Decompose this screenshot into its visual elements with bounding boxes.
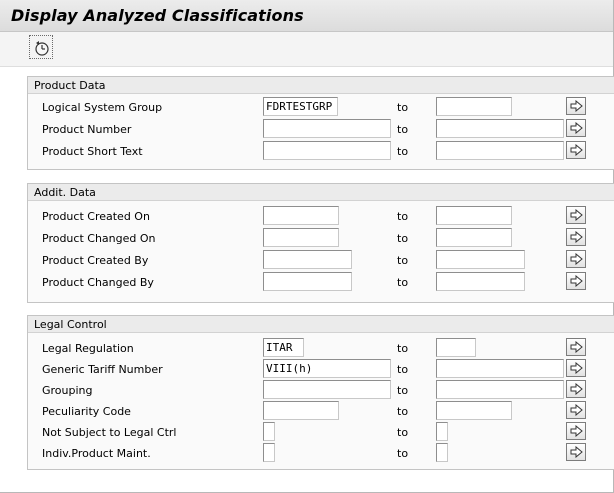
grouping-to-input[interactable] — [436, 380, 564, 399]
multiple-selection-button[interactable] — [566, 206, 586, 224]
product-short-text-from-input[interactable] — [263, 141, 391, 160]
label-product-changed-by: Product Changed By — [42, 276, 154, 289]
logical-system-group-to-input[interactable] — [436, 97, 512, 116]
indiv-product-maint-from-input[interactable] — [263, 443, 275, 462]
to-label: to — [397, 384, 409, 397]
to-label: to — [397, 123, 409, 136]
product-created-by-from-input[interactable] — [263, 250, 352, 269]
product-changed-on-from-input[interactable] — [263, 228, 339, 247]
grouping-from-input[interactable] — [263, 380, 391, 399]
page-title: Display Analyzed Classifications — [11, 6, 304, 25]
label-product-short-text: Product Short Text — [42, 145, 143, 158]
peculiarity-code-from-input[interactable] — [263, 401, 339, 420]
arrow-right-icon — [570, 122, 583, 134]
label-product-changed-on: Product Changed On — [42, 232, 156, 245]
application-toolbar — [0, 32, 613, 66]
multiple-selection-button[interactable] — [566, 97, 586, 115]
arrow-right-icon — [570, 100, 583, 112]
generic-tariff-number-to-input[interactable] — [436, 359, 564, 378]
label-grouping: Grouping — [42, 384, 93, 397]
execute-clock-icon — [35, 41, 49, 56]
group-header: Addit. Data — [28, 184, 614, 201]
product-created-on-to-input[interactable] — [436, 206, 512, 225]
to-label: to — [397, 342, 409, 355]
product-short-text-to-input[interactable] — [436, 141, 564, 160]
multiple-selection-button[interactable] — [566, 338, 586, 356]
execute-button[interactable] — [29, 35, 53, 59]
multiple-selection-button[interactable] — [566, 272, 586, 290]
group-header: Legal Control — [28, 316, 614, 333]
arrow-right-icon — [570, 253, 583, 265]
group-title: Product Data — [34, 79, 106, 92]
legal-regulation-to-input[interactable] — [436, 338, 476, 357]
not-subject-to-legal-ctrl-to-input[interactable] — [436, 422, 448, 441]
multiple-selection-button[interactable] — [566, 443, 586, 461]
product-created-on-from-input[interactable] — [263, 206, 339, 225]
product-changed-on-to-input[interactable] — [436, 228, 512, 247]
label-indiv-product-maint: Indiv.Product Maint. — [42, 447, 151, 460]
label-product-number: Product Number — [42, 123, 132, 136]
label-not-subject-to-legal-ctrl: Not Subject to Legal Ctrl — [42, 426, 177, 439]
product-changed-by-to-input[interactable] — [436, 272, 525, 291]
multiple-selection-button[interactable] — [566, 141, 586, 159]
to-label: to — [397, 232, 409, 245]
label-logical-system-group: Logical System Group — [42, 101, 163, 114]
to-label: to — [397, 145, 409, 158]
product-number-to-input[interactable] — [436, 119, 564, 138]
group-legal-control: Legal Control Legal Regulation ITAR to G… — [27, 315, 614, 470]
label-product-created-on: Product Created On — [42, 210, 150, 223]
group-title: Addit. Data — [34, 186, 96, 199]
label-product-created-by: Product Created By — [42, 254, 149, 267]
indiv-product-maint-to-input[interactable] — [436, 443, 448, 462]
to-label: to — [397, 363, 409, 376]
screen-frame: Display Analyzed Classifications Product… — [0, 0, 614, 493]
multiple-selection-button[interactable] — [566, 401, 586, 419]
arrow-right-icon — [570, 341, 583, 353]
arrow-right-icon — [570, 231, 583, 243]
group-title: Legal Control — [34, 318, 107, 331]
arrow-right-icon — [570, 144, 583, 156]
product-created-by-to-input[interactable] — [436, 250, 525, 269]
arrow-right-icon — [570, 446, 583, 458]
logical-system-group-from-input[interactable]: FDRTESTGRP — [263, 97, 338, 116]
arrow-right-icon — [570, 425, 583, 437]
multiple-selection-button[interactable] — [566, 380, 586, 398]
toolbar-divider — [0, 66, 613, 67]
product-number-from-input[interactable] — [263, 119, 391, 138]
arrow-right-icon — [570, 362, 583, 374]
to-label: to — [397, 101, 409, 114]
arrow-right-icon — [570, 383, 583, 395]
to-label: to — [397, 276, 409, 289]
not-subject-to-legal-ctrl-from-input[interactable] — [263, 422, 275, 441]
group-header: Product Data — [28, 77, 614, 94]
multiple-selection-button[interactable] — [566, 422, 586, 440]
to-label: to — [397, 405, 409, 418]
label-generic-tariff-number: Generic Tariff Number — [42, 363, 163, 376]
product-changed-by-from-input[interactable] — [263, 272, 352, 291]
to-label: to — [397, 254, 409, 267]
label-peculiarity-code: Peculiarity Code — [42, 405, 131, 418]
multiple-selection-button[interactable] — [566, 250, 586, 268]
generic-tariff-number-from-input[interactable]: VIII(h) — [263, 359, 391, 378]
legal-regulation-from-input[interactable]: ITAR — [263, 338, 304, 357]
peculiarity-code-to-input[interactable] — [436, 401, 512, 420]
multiple-selection-button[interactable] — [566, 119, 586, 137]
arrow-right-icon — [570, 404, 583, 416]
arrow-right-icon — [570, 209, 583, 221]
to-label: to — [397, 210, 409, 223]
multiple-selection-button[interactable] — [566, 228, 586, 246]
group-product-data: Product Data Logical System Group FDRTES… — [27, 76, 614, 170]
arrow-right-icon — [570, 275, 583, 287]
to-label: to — [397, 426, 409, 439]
title-bar: Display Analyzed Classifications — [0, 0, 613, 32]
group-addit-data: Addit. Data Product Created On to Produc… — [27, 183, 614, 303]
multiple-selection-button[interactable] — [566, 359, 586, 377]
to-label: to — [397, 447, 409, 460]
label-legal-regulation: Legal Regulation — [42, 342, 134, 355]
